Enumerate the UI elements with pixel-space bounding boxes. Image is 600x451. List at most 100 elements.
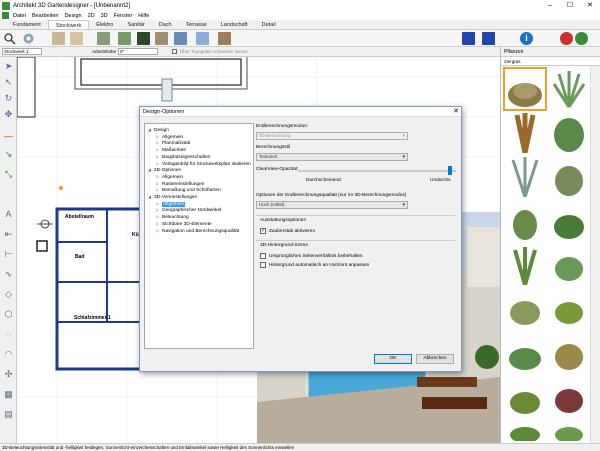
tab-terrasse[interactable]: Terrasse xyxy=(179,20,214,29)
paint-icon[interactable]: ▤ xyxy=(3,409,14,420)
menu-hilfe[interactable]: Hilfe xyxy=(138,13,149,19)
plant-green-icon[interactable] xyxy=(575,32,588,45)
plant-thumbnail[interactable] xyxy=(505,289,545,329)
height-field[interactable]: 0" xyxy=(118,48,158,55)
plant-thumbnail[interactable] xyxy=(549,377,589,417)
menu-bearbeiten[interactable]: Bearbeiten xyxy=(32,13,59,19)
tree-item[interactable]: ▷ Allgemein xyxy=(156,174,183,180)
shape-icon[interactable]: ◇ xyxy=(3,289,14,300)
tab-elektro[interactable]: Elektro xyxy=(89,20,120,29)
view-3d-icon[interactable] xyxy=(482,32,495,45)
plant-thumbnail[interactable] xyxy=(505,377,545,417)
door-tool-icon[interactable] xyxy=(137,32,150,45)
node-icon[interactable]: ✣ xyxy=(3,369,14,380)
panel-scrollbar[interactable] xyxy=(590,66,600,443)
tab-sanitaer[interactable]: Sanitär xyxy=(120,20,151,29)
polygon-icon[interactable]: ⬡ xyxy=(3,309,14,320)
menu-datei[interactable]: Datei xyxy=(13,13,26,19)
window-tool-icon[interactable] xyxy=(155,32,168,45)
tab-landschaft[interactable]: Landschaft xyxy=(214,20,255,29)
view-2d-icon[interactable] xyxy=(462,32,475,45)
move-icon[interactable]: ✥ xyxy=(3,109,14,120)
tree-item[interactable]: ▷ Rastereinstellungen xyxy=(156,181,204,187)
tree-item[interactable]: ▷ Navigation und Berechnungsqualität xyxy=(156,228,239,234)
horizont-checkbox[interactable] xyxy=(260,262,266,268)
text-icon[interactable]: A xyxy=(3,209,14,220)
plant-thumbnail[interactable] xyxy=(505,157,545,198)
tab-dach[interactable]: Dach xyxy=(152,20,179,29)
floor-select[interactable]: Stockwerk 1 xyxy=(2,48,42,55)
plant-red-icon[interactable] xyxy=(560,32,573,45)
menu-design[interactable]: Design xyxy=(64,13,81,19)
tree-item[interactable]: ▷ Geographischer Nordwinkel xyxy=(156,207,221,213)
arch-tool-icon[interactable] xyxy=(196,32,209,45)
pan-icon[interactable] xyxy=(22,32,35,45)
tree-item[interactable]: ▷ Bauplatzeigenschaften xyxy=(156,154,211,160)
cancel-button[interactable]: Abbrechen xyxy=(416,354,454,364)
info-icon[interactable]: i xyxy=(520,32,533,45)
point-green-icon[interactable]: ↘ xyxy=(3,149,14,160)
maximize-button[interactable]: ☐ xyxy=(560,0,580,11)
quality-select[interactable]: Hoch (mittel) xyxy=(256,201,408,209)
plant-thumbnail[interactable] xyxy=(505,245,545,286)
arc-icon[interactable]: ◠ xyxy=(3,349,14,360)
terrace-tool-icon[interactable] xyxy=(118,32,131,45)
plant-thumbnail[interactable] xyxy=(505,201,545,241)
zoom-icon[interactable] xyxy=(3,32,16,45)
tree-item[interactable]: ▷ Vorlagenbild für Stockwerksplan skalier… xyxy=(156,161,251,167)
seitenverhaeltnis-checkbox[interactable] xyxy=(260,253,266,259)
tree-category[interactable]: ◢ 3D-Voreinstellungen xyxy=(148,194,197,200)
select-icon[interactable]: ↖ xyxy=(3,77,14,88)
plant-thumbnail[interactable] xyxy=(549,333,589,373)
endberechnung-select[interactable]: 3D-Berechnung xyxy=(256,132,408,140)
dimension-icon[interactable]: ⇤ xyxy=(3,229,14,240)
plant-thumbnail[interactable] xyxy=(549,157,589,197)
plant-thumbnail[interactable] xyxy=(505,113,545,154)
berechnungsstil-select[interactable]: Texturiert xyxy=(256,153,408,161)
plant-thumbnail[interactable] xyxy=(505,333,545,373)
tree-category[interactable]: ◢ 2D-Optionen xyxy=(148,167,181,173)
minimize-button[interactable]: – xyxy=(540,0,560,11)
path-green-icon[interactable]: ⤡ xyxy=(3,169,14,180)
layer-icon[interactable]: ▦ xyxy=(3,389,14,400)
plant-thumbnail[interactable] xyxy=(549,69,589,109)
menu-3d[interactable]: 3D xyxy=(101,13,108,19)
stair-tool-icon[interactable] xyxy=(174,32,187,45)
plant-thumbnail[interactable] xyxy=(549,113,589,153)
menu-fenster[interactable]: Fenster xyxy=(114,13,133,19)
plant-thumbnail[interactable] xyxy=(549,201,589,241)
line-red-icon[interactable]: — xyxy=(3,131,14,142)
floor-tool-icon[interactable] xyxy=(70,32,83,45)
ok-button[interactable]: OK xyxy=(374,354,412,364)
tree-item[interactable]: ▷ Maßeinheit xyxy=(156,147,186,153)
menu-2d[interactable]: 2D xyxy=(88,13,95,19)
tree-category[interactable]: ◢ Design xyxy=(148,127,169,133)
tree-item[interactable]: ▷ Beleuchtung xyxy=(156,214,189,220)
plant-thumbnail[interactable] xyxy=(549,245,589,285)
tree-item[interactable]: ▷ Allgemein xyxy=(156,201,186,207)
tree-item[interactable]: ▷ Sichtbare 3D-Elemente xyxy=(156,221,212,227)
close-button[interactable]: ✕ xyxy=(580,0,600,11)
plant-thumbnail[interactable] xyxy=(549,289,589,329)
tab-stockwerk[interactable]: Stockwerk xyxy=(47,20,90,29)
plant-thumbnail[interactable] xyxy=(503,67,547,111)
tree-item[interactable]: ▷ Bemaßung und Schriftarten xyxy=(156,187,221,193)
clearview-slider-track[interactable] xyxy=(298,170,456,172)
roof-tool-icon[interactable] xyxy=(97,32,110,45)
curve-icon[interactable]: ∿ xyxy=(3,269,14,280)
tree-item[interactable]: ▷ Planmaßstab xyxy=(156,140,190,146)
measure-icon[interactable]: ⊢ xyxy=(3,249,14,260)
zauberstab-checkbox[interactable]: ✓ xyxy=(260,228,266,234)
tab-fundament[interactable]: Fundament xyxy=(6,20,48,29)
tree-item[interactable]: ▷ Allgemein xyxy=(156,134,183,140)
circle-icon[interactable]: ◌ xyxy=(3,329,14,340)
rotate-icon[interactable]: ↻ xyxy=(3,93,14,104)
tab-detail[interactable]: Detail xyxy=(255,20,283,29)
plant-category[interactable]: Ziergras xyxy=(501,57,600,66)
topo-checkbox[interactable] xyxy=(172,49,177,54)
select-arrow-icon[interactable]: ➤ xyxy=(3,61,14,72)
wall-tool-icon[interactable] xyxy=(52,32,65,45)
column-tool-icon[interactable] xyxy=(218,32,231,45)
clearview-slider-thumb[interactable] xyxy=(447,166,452,175)
dialog-close-button[interactable]: ✕ xyxy=(453,107,459,117)
